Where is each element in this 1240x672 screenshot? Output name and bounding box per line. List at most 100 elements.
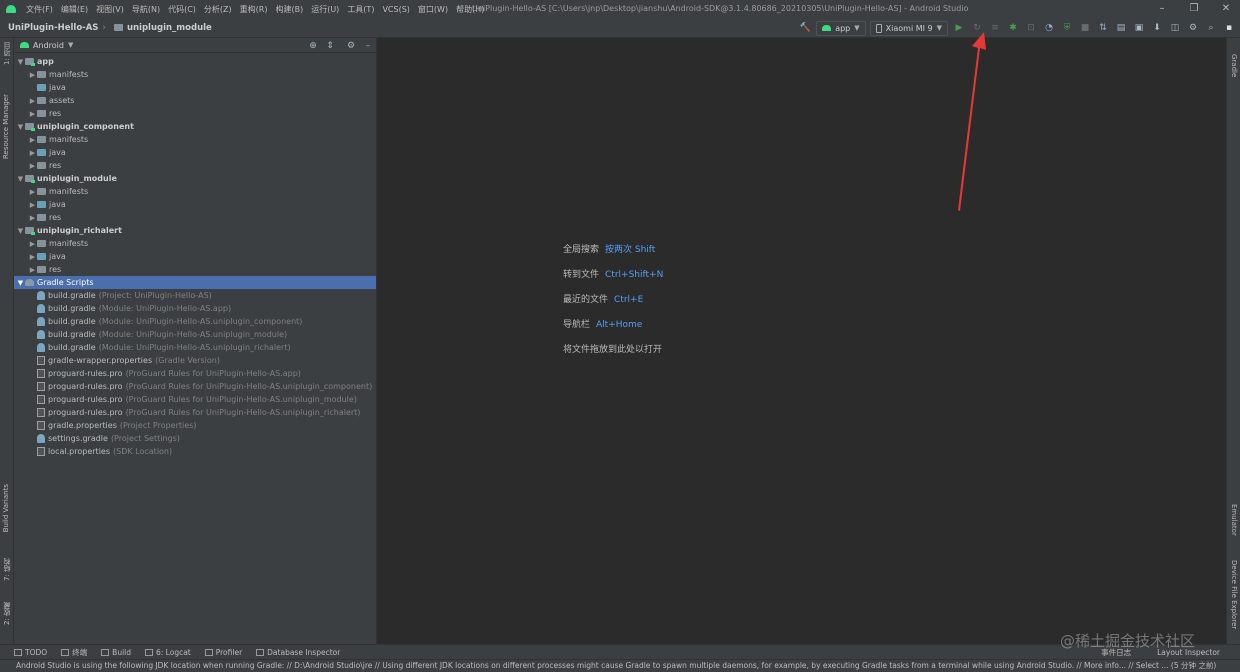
run-config-dropdown[interactable]: app ▼ bbox=[816, 20, 866, 36]
tree-item[interactable]: ▶ res bbox=[14, 211, 376, 224]
tab-favorites[interactable]: 2: 收藏 bbox=[2, 602, 12, 625]
tree-item[interactable]: ▶ manifests bbox=[14, 237, 376, 250]
device-dropdown[interactable]: Xiaomi MI 9 ▼ bbox=[869, 20, 948, 36]
tree-item[interactable]: ▶ java bbox=[14, 250, 376, 263]
collapsed-arrow-icon[interactable]: ▶ bbox=[28, 97, 37, 105]
menu-refactor[interactable]: 重构(R) bbox=[236, 4, 272, 15]
expanded-arrow-icon[interactable]: ▼ bbox=[16, 227, 25, 235]
expanded-arrow-icon[interactable]: ▼ bbox=[16, 175, 25, 183]
locate-icon[interactable]: ⊕ bbox=[308, 41, 318, 51]
breadcrumb-module[interactable]: uniplugin_module bbox=[106, 23, 212, 33]
profile-icon[interactable]: ◔ bbox=[1042, 21, 1056, 35]
tab-profiler[interactable]: Profiler bbox=[191, 648, 242, 657]
close-icon[interactable]: ✕ bbox=[1218, 1, 1234, 16]
project-structure-icon[interactable]: ▤ bbox=[1114, 21, 1128, 35]
tree-item[interactable]: settings.gradle (Project Settings) bbox=[14, 432, 376, 445]
tree-item[interactable]: local.properties (SDK Location) bbox=[14, 445, 376, 458]
menu-analyze[interactable]: 分析(Z) bbox=[200, 4, 236, 15]
tab-build-variants[interactable]: Build Variants bbox=[2, 484, 10, 532]
tree-item[interactable]: gradle-wrapper.properties (Gradle Version… bbox=[14, 354, 376, 367]
tree-item[interactable]: ▼ uniplugin_module bbox=[14, 172, 376, 185]
tree-item[interactable]: proguard-rules.pro (ProGuard Rules for Un… bbox=[14, 406, 376, 419]
tree-item[interactable]: ▶ java bbox=[14, 146, 376, 159]
tab-emulator[interactable]: Emulator bbox=[1230, 504, 1238, 536]
ide-features-icon[interactable]: ▪ bbox=[1222, 21, 1236, 35]
tree-item[interactable]: ▶ manifests bbox=[14, 68, 376, 81]
tree-item[interactable]: ▶ res bbox=[14, 107, 376, 120]
collapsed-arrow-icon[interactable]: ▶ bbox=[28, 188, 37, 196]
menu-code[interactable]: 代码(C) bbox=[164, 4, 200, 15]
collapsed-arrow-icon[interactable]: ▶ bbox=[28, 201, 37, 209]
tree-item[interactable]: ▶ assets bbox=[14, 94, 376, 107]
collapse-all-icon[interactable]: ⇕ bbox=[325, 41, 335, 51]
menu-view[interactable]: 视图(V) bbox=[92, 4, 128, 15]
collapsed-arrow-icon[interactable]: ▶ bbox=[28, 214, 37, 222]
sdk-manager-icon[interactable]: ⬇ bbox=[1150, 21, 1164, 35]
tree-item[interactable]: proguard-rules.pro (ProGuard Rules for Un… bbox=[14, 393, 376, 406]
menu-file[interactable]: 文件(F) bbox=[22, 4, 57, 15]
tree-item[interactable]: ▼ app bbox=[14, 55, 376, 68]
make-project-hammer-icon[interactable]: 🔨 bbox=[798, 21, 812, 35]
tree-item[interactable]: build.gradle (Module: UniPlugin-Hello-AS.… bbox=[14, 328, 376, 341]
tree-item[interactable]: ▼ uniplugin_richalert bbox=[14, 224, 376, 237]
menu-build[interactable]: 构建(B) bbox=[271, 4, 307, 15]
avd-manager-icon[interactable]: ▣ bbox=[1132, 21, 1146, 35]
view-mode-dropdown[interactable]: Android ▼ bbox=[20, 41, 73, 50]
collapsed-arrow-icon[interactable]: ▶ bbox=[28, 253, 37, 261]
tab-resource-manager[interactable]: Resource Manager bbox=[2, 94, 10, 159]
menu-tools[interactable]: 工具(T) bbox=[343, 4, 378, 15]
debug-icon[interactable]: ✱ bbox=[1006, 21, 1020, 35]
tree-item[interactable]: build.gradle (Project: UniPlugin-Hello-AS… bbox=[14, 289, 376, 302]
tree-item[interactable]: java bbox=[14, 81, 376, 94]
app-inspection-icon[interactable]: ⚙ bbox=[1186, 21, 1200, 35]
tree-item[interactable]: proguard-rules.pro (ProGuard Rules for Un… bbox=[14, 380, 376, 393]
collapsed-arrow-icon[interactable]: ▶ bbox=[28, 110, 37, 118]
editor-empty-area[interactable]: 全局搜索 按两次 Shift 转到文件 Ctrl+Shift+N 最近的文件 Ctrl+E… bbox=[377, 38, 1226, 644]
tab-project[interactable]: 1: 项目 bbox=[2, 42, 12, 65]
tree-item[interactable]: ▼ Gradle Scripts bbox=[14, 276, 376, 289]
expanded-arrow-icon[interactable]: ▼ bbox=[16, 123, 25, 131]
collapsed-arrow-icon[interactable]: ▶ bbox=[28, 266, 37, 274]
tree-item[interactable]: ▶ res bbox=[14, 263, 376, 276]
sync-gradle-icon[interactable]: ⇅ bbox=[1096, 21, 1110, 35]
breadcrumb-project[interactable]: UniPlugin-Hello-AS › bbox=[0, 23, 106, 33]
tree-item[interactable]: build.gradle (Module: UniPlugin-Hello-AS.… bbox=[14, 341, 376, 354]
tree-item[interactable]: build.gradle (Module: UniPlugin-Hello-AS.… bbox=[14, 315, 376, 328]
tree-item[interactable]: proguard-rules.pro (ProGuard Rules for Un… bbox=[14, 367, 376, 380]
expanded-arrow-icon[interactable]: ▼ bbox=[16, 58, 25, 66]
menu-vcs[interactable]: VCS(S) bbox=[378, 5, 413, 14]
coverage-icon[interactable]: ⛨ bbox=[1060, 21, 1074, 35]
stop-icon[interactable]: ■ bbox=[1078, 21, 1092, 35]
status-bar[interactable]: Android Studio is using the following JD… bbox=[0, 659, 1240, 672]
menu-run[interactable]: 运行(U) bbox=[307, 4, 343, 15]
tree-item[interactable]: ▼ uniplugin_component bbox=[14, 120, 376, 133]
tab-build[interactable]: Build bbox=[87, 648, 131, 657]
tab-gradle[interactable]: Gradle bbox=[1230, 54, 1238, 77]
collapsed-arrow-icon[interactable]: ▶ bbox=[28, 71, 37, 79]
collapsed-arrow-icon[interactable]: ▶ bbox=[28, 162, 37, 170]
hide-panel-icon[interactable]: – bbox=[363, 41, 373, 51]
minimize-icon[interactable]: – bbox=[1154, 1, 1170, 16]
menu-window[interactable]: 窗口(W) bbox=[414, 4, 452, 15]
collapsed-arrow-icon[interactable]: ▶ bbox=[28, 136, 37, 144]
attach-debugger-icon[interactable]: ⊡ bbox=[1024, 21, 1038, 35]
collapsed-arrow-icon[interactable]: ▶ bbox=[28, 240, 37, 248]
tab-terminal[interactable]: 终端 bbox=[47, 647, 87, 658]
device-manager-icon[interactable]: ◫ bbox=[1168, 21, 1182, 35]
tree-item[interactable]: gradle.properties (Project Properties) bbox=[14, 419, 376, 432]
tree-item[interactable]: ▶ manifests bbox=[14, 185, 376, 198]
tab-structure[interactable]: 7: 结构 bbox=[2, 558, 12, 581]
restore-icon[interactable]: ❐ bbox=[1186, 1, 1202, 16]
tab-todo[interactable]: TODO bbox=[0, 648, 47, 657]
expanded-arrow-icon[interactable]: ▼ bbox=[16, 279, 25, 287]
tab-database-inspector[interactable]: Database Inspector bbox=[242, 648, 340, 657]
collapsed-arrow-icon[interactable]: ▶ bbox=[28, 149, 37, 157]
tab-logcat[interactable]: 6: Logcat bbox=[131, 648, 191, 657]
tree-item[interactable]: build.gradle (Module: UniPlugin-Hello-AS.… bbox=[14, 302, 376, 315]
tree-item[interactable]: ▶ java bbox=[14, 198, 376, 211]
tab-device-file-explorer[interactable]: Device File Explorer bbox=[1230, 560, 1238, 629]
menu-edit[interactable]: 编辑(E) bbox=[57, 4, 92, 15]
menu-navigate[interactable]: 导航(N) bbox=[128, 4, 164, 15]
tree-item[interactable]: ▶ res bbox=[14, 159, 376, 172]
tree-item[interactable]: ▶ manifests bbox=[14, 133, 376, 146]
